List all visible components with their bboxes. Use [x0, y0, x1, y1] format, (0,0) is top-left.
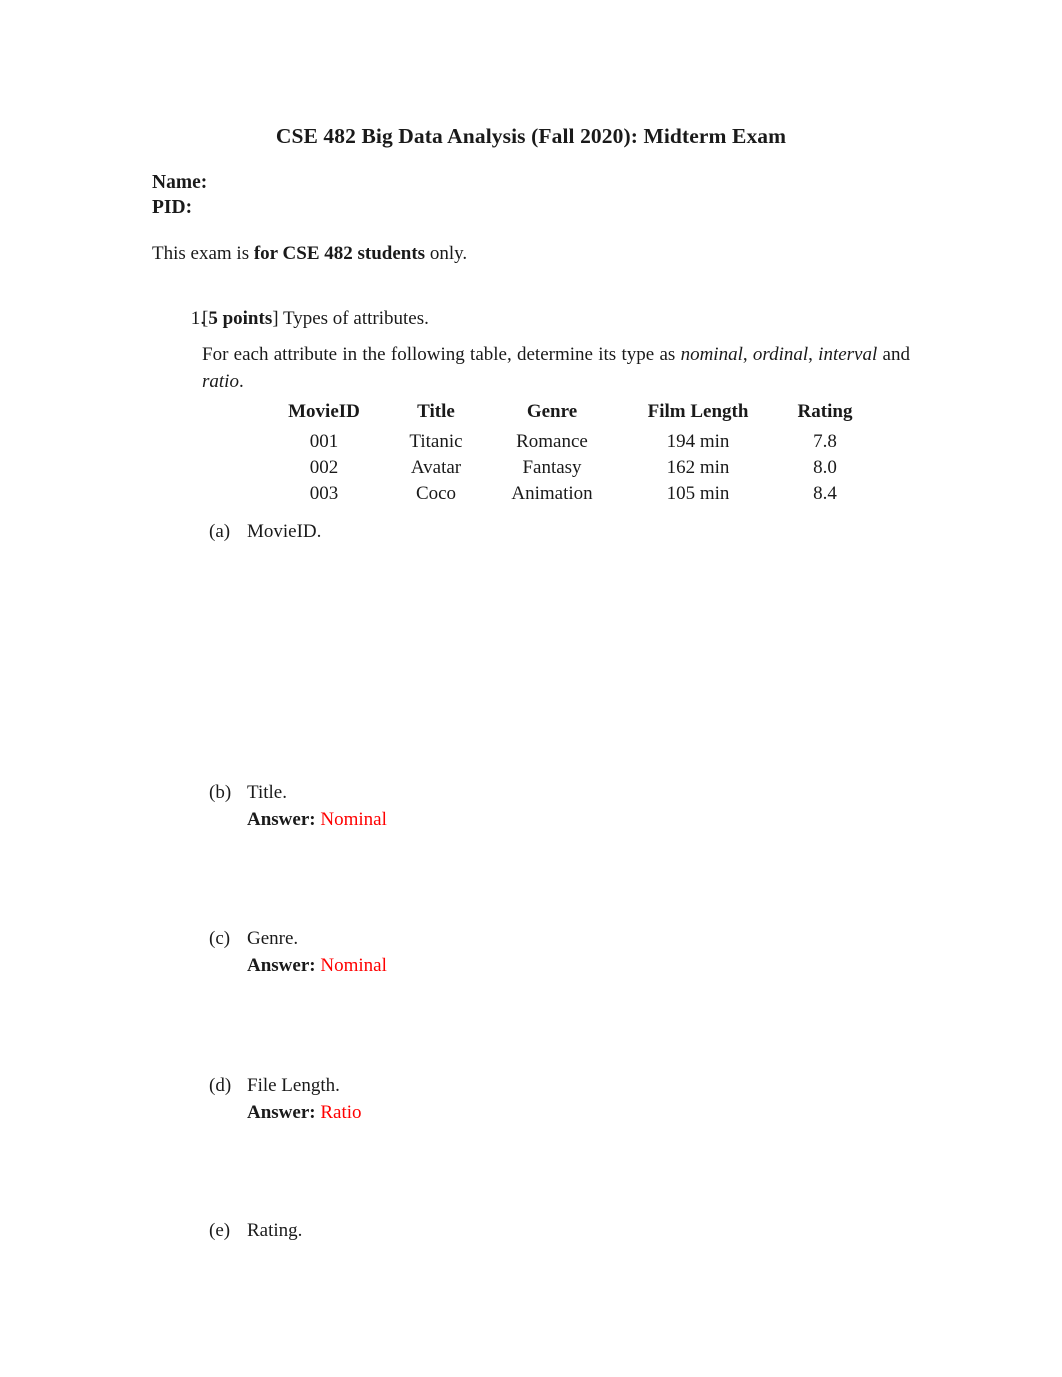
- instructions-sep-2: ,: [808, 344, 819, 365]
- answer-label: Answer:: [247, 809, 316, 830]
- audience-suffix: only.: [425, 243, 468, 264]
- cell-title: Titanic: [409, 431, 463, 452]
- cell-movieid: 001: [309, 431, 339, 452]
- cell-rating: 8.4: [813, 483, 837, 504]
- question-instructions: For each attribute in the following tabl…: [202, 341, 910, 395]
- pid-label: PID:: [152, 197, 193, 218]
- page-title: CSE 482 Big Data Analysis (Fall 2020): M…: [275, 124, 787, 148]
- instructions-sep-3: and: [877, 344, 910, 365]
- question-heading-text: Types of attributes.: [278, 308, 429, 329]
- subitem-e-marker: (e): [209, 1220, 231, 1241]
- subitem-d-label: File Length.: [247, 1075, 340, 1096]
- audience-statement: This exam is for CSE 482 students only.: [152, 242, 467, 266]
- column-header-title: Title: [417, 401, 455, 422]
- table-header-row: MovieID Title Genre Film Length Rating: [262, 400, 872, 429]
- answer-value: Nominal: [320, 809, 387, 830]
- subitem-b-label: Title.: [247, 782, 287, 803]
- answer-value: Ratio: [320, 1102, 362, 1123]
- table-row: 001 Titanic Romance 194 min 7.8: [262, 429, 872, 455]
- instructions-end: .: [238, 371, 244, 392]
- cell-movieid: 002: [309, 457, 339, 478]
- cell-movieid: 003: [309, 483, 339, 504]
- subitem-c-marker: (c): [209, 928, 231, 949]
- student-identity-block: Name: PID:: [152, 170, 207, 220]
- subitem-b-answer: Answer: Nominal: [247, 809, 387, 831]
- name-label: Name:: [152, 172, 208, 193]
- movie-attribute-table: MovieID Title Genre Film Length Rating 0…: [262, 400, 872, 507]
- subitem-d-answer: Answer: Ratio: [247, 1102, 362, 1124]
- instructions-lead: For each attribute in the following tabl…: [202, 344, 681, 365]
- subitem-e-label: Rating.: [247, 1220, 303, 1241]
- type-ordinal: ordinal: [752, 344, 809, 365]
- type-interval: interval: [818, 344, 878, 365]
- exam-page: CSE 482 Big Data Analysis (Fall 2020): M…: [0, 0, 1062, 1377]
- cell-film-length: 105 min: [666, 483, 730, 504]
- column-header-film-length: Film Length: [647, 401, 749, 422]
- subitem-c-answer: Answer: Nominal: [247, 955, 387, 977]
- type-nominal: nominal: [680, 344, 743, 365]
- cell-genre: Romance: [516, 431, 588, 452]
- cell-title: Coco: [415, 483, 457, 504]
- answer-label: Answer:: [247, 1102, 316, 1123]
- subitem-a-label: MovieID.: [247, 521, 322, 542]
- table-row: 003 Coco Animation 105 min 8.4: [262, 481, 872, 507]
- question-points: 5 points: [208, 308, 273, 329]
- cell-genre: Animation: [511, 483, 593, 504]
- answer-label: Answer:: [247, 955, 316, 976]
- type-ratio: ratio: [202, 371, 239, 392]
- audience-prefix: This exam is: [152, 243, 254, 264]
- cell-rating: 7.8: [813, 431, 837, 452]
- cell-film-length: 194 min: [666, 431, 730, 452]
- instructions-sep-1: ,: [742, 344, 753, 365]
- table-row: 002 Avatar Fantasy 162 min 8.0: [262, 455, 872, 481]
- column-header-rating: Rating: [797, 401, 853, 422]
- column-header-genre: Genre: [526, 401, 578, 422]
- column-header-movieid: MovieID: [288, 401, 360, 422]
- cell-title: Avatar: [410, 457, 462, 478]
- subitem-a-marker: (a): [209, 521, 231, 542]
- subitem-d-marker: (d): [209, 1075, 232, 1096]
- cell-film-length: 162 min: [666, 457, 730, 478]
- question-number: 1.: [190, 308, 205, 329]
- answer-value: Nominal: [320, 955, 387, 976]
- cell-genre: Fantasy: [522, 457, 582, 478]
- subitem-b-marker: (b): [209, 782, 232, 803]
- cell-rating: 8.0: [813, 457, 837, 478]
- subitem-c-label: Genre.: [247, 928, 299, 949]
- question-heading: [5 points] Types of attributes.: [202, 308, 429, 330]
- audience-emphasis: for CSE 482 students: [253, 243, 426, 264]
